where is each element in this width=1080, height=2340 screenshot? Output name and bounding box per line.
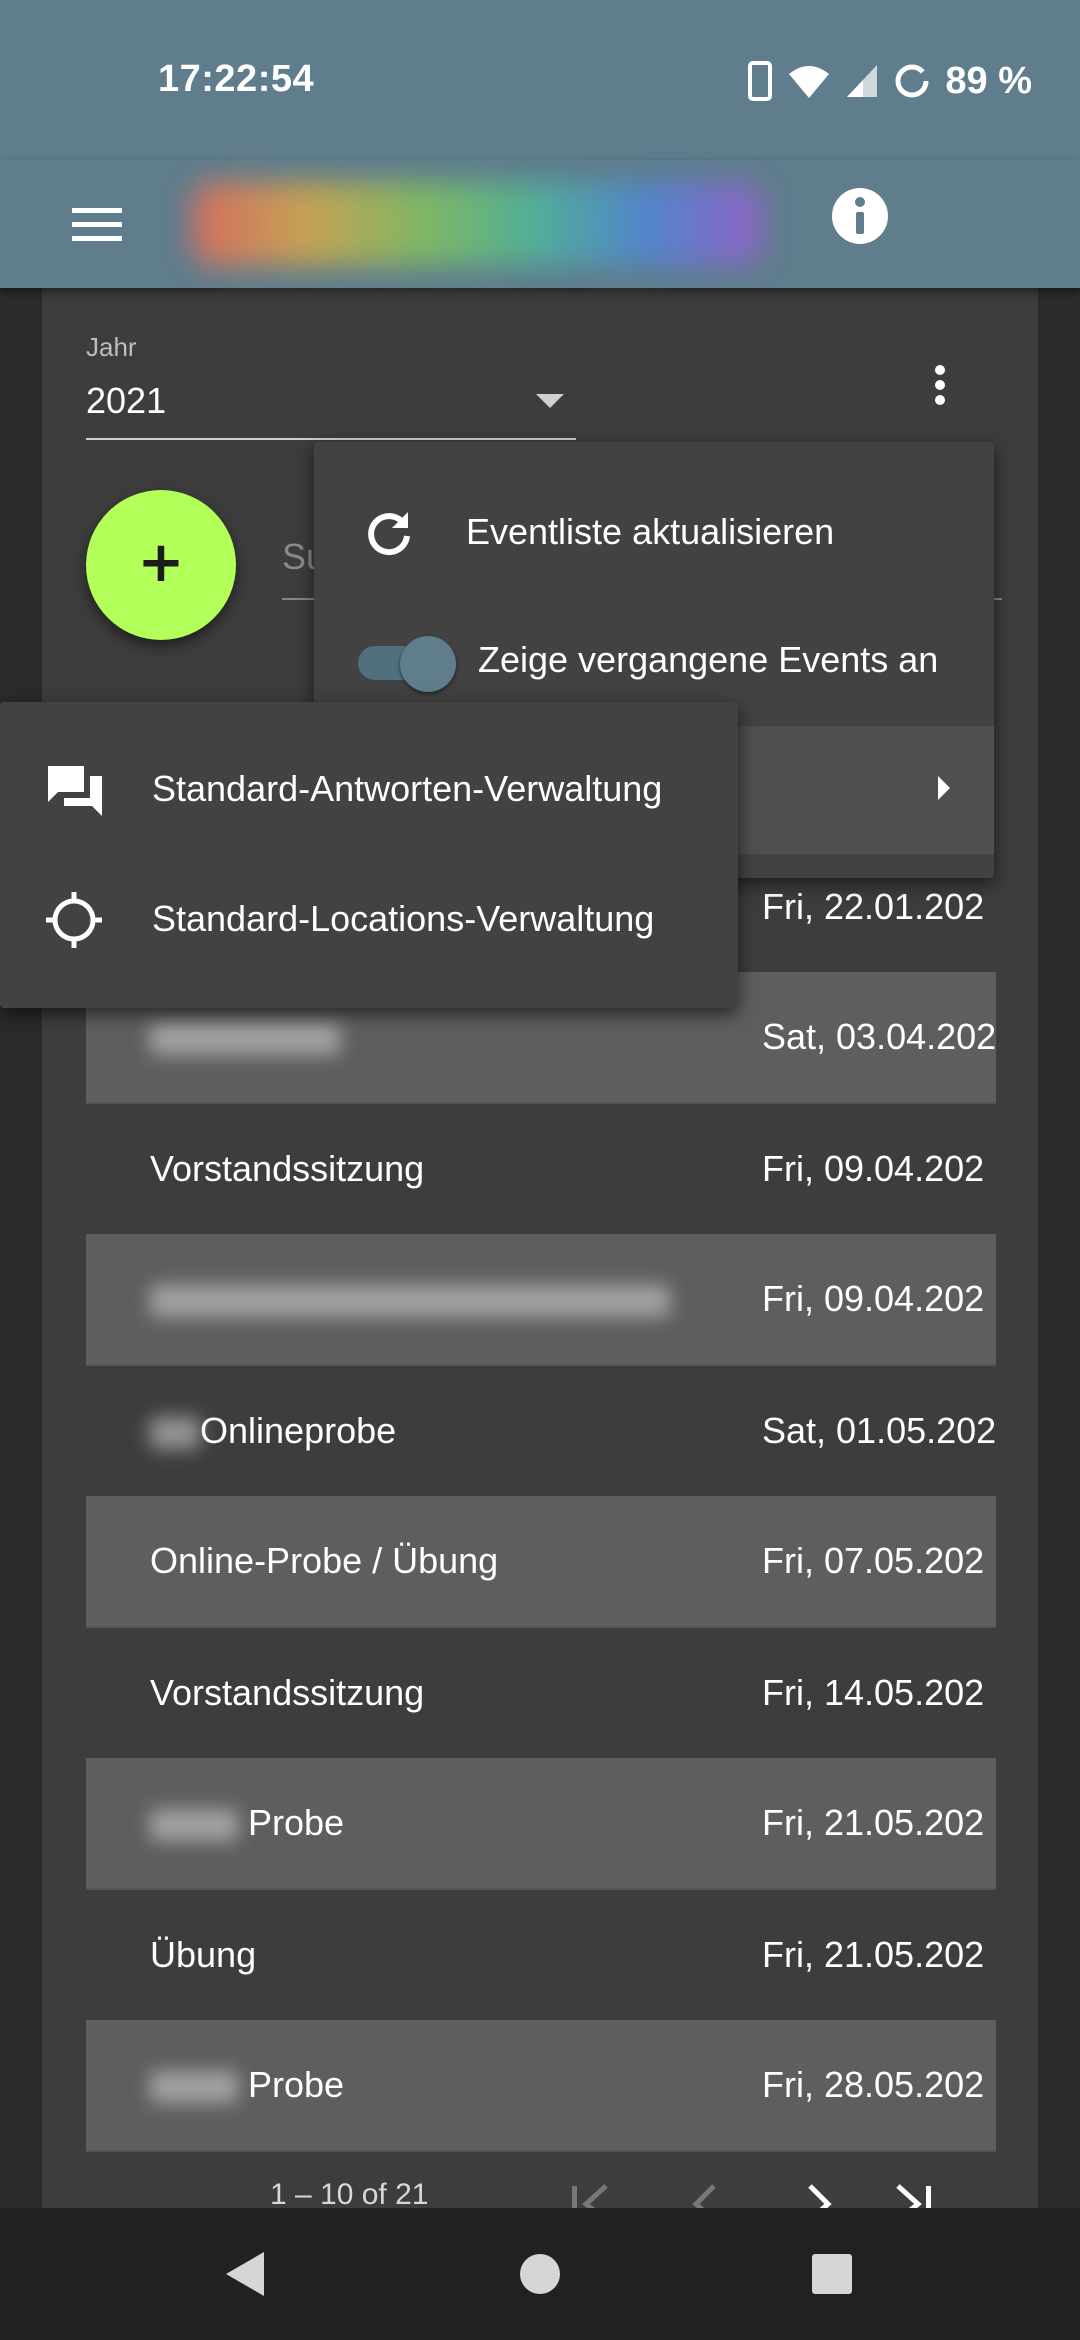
submenu-arrow-icon	[938, 776, 950, 800]
app-bar	[0, 160, 1080, 288]
refresh-events-label: Eventliste aktualisieren	[466, 511, 835, 552]
event-name: Vorstandssitzung	[150, 1148, 425, 1189]
app-title-redacted	[192, 182, 762, 266]
back-icon[interactable]	[214, 2242, 278, 2306]
hamburger-menu-icon[interactable]	[70, 198, 124, 252]
standard-locations-item[interactable]: Standard-Locations-Verwaltung	[0, 854, 738, 984]
year-label: Jahr	[86, 332, 137, 362]
info-icon[interactable]	[830, 186, 890, 246]
toggle-thumb[interactable]	[400, 636, 456, 692]
year-value[interactable]: 2021	[86, 380, 166, 422]
table-row[interactable]: Vorstandssitzung Fri, 14.05.202	[86, 1628, 996, 1758]
event-date: Fri, 07.05.202	[762, 1540, 985, 1581]
event-date: Sat, 03.04.202	[762, 1016, 996, 1057]
event-name-redacted	[150, 1234, 670, 1364]
event-name: Übung	[150, 1934, 257, 1975]
event-date: Fri, 21.05.202	[762, 1934, 985, 1975]
phone-vibrate-icon	[748, 61, 773, 101]
year-underline	[86, 438, 576, 440]
gps-crosshair-icon	[46, 892, 102, 948]
standard-answers-item[interactable]: Standard-Antworten-Verwaltung	[0, 724, 738, 854]
status-icons: 89 %	[747, 58, 1032, 104]
event-name: Vorstandssitzung	[150, 1672, 425, 1713]
chat-bubbles-icon	[48, 766, 102, 816]
plus-icon: +	[137, 529, 185, 595]
standard-answers-label: Standard-Antworten-Verwaltung	[152, 768, 663, 809]
event-date: Fri, 14.05.202	[762, 1672, 985, 1713]
event-date: Sat, 01.05.202	[762, 1410, 996, 1451]
event-name-cell: Probe	[150, 2020, 344, 2150]
event-name: Probe	[248, 1802, 345, 1843]
settings-submenu: Standard-Antworten-Verwaltung Standard-L…	[0, 702, 738, 1008]
dropdown-arrow-icon[interactable]	[536, 394, 564, 408]
refresh-icon	[368, 512, 410, 556]
event-name: Online-Probe / Übung	[150, 1540, 499, 1581]
status-bar: 17:22:54 89 %	[0, 0, 1080, 160]
table-row[interactable]: Onlineprobe Sat, 01.05.202	[86, 1366, 996, 1496]
table-row[interactable]: Übung Fri, 21.05.202	[86, 1890, 996, 2020]
battery-saver-icon	[895, 64, 929, 98]
table-row[interactable]: Probe Fri, 28.05.202	[86, 2020, 996, 2150]
table-row[interactable]: Fri, 09.04.202	[86, 1234, 996, 1364]
event-name: Onlineprobe	[200, 1410, 397, 1451]
table-row[interactable]: Probe Fri, 21.05.202	[86, 1758, 996, 1888]
signal-icon	[847, 65, 878, 97]
status-time: 17:22:54	[158, 58, 315, 100]
system-nav-bar	[0, 2208, 1080, 2340]
event-name-cell: Onlineprobe	[150, 1366, 396, 1496]
event-date: Fri, 09.04.202	[762, 1148, 985, 1189]
battery-percent: 89 %	[945, 59, 1032, 102]
event-date: Fri, 21.05.202	[762, 1802, 985, 1843]
event-date: Fri, 09.04.202	[762, 1278, 985, 1319]
event-name-cell: Probe	[150, 1758, 344, 1888]
event-name: Probe	[248, 2064, 345, 2105]
wifi-icon	[789, 66, 830, 98]
table-row[interactable]: Online-Probe / Übung Fri, 07.05.202	[86, 1496, 996, 1626]
standard-locations-label: Standard-Locations-Verwaltung	[152, 898, 655, 939]
event-date: Fri, 28.05.202	[762, 2064, 985, 2105]
more-vert-icon[interactable]	[920, 360, 960, 420]
refresh-events-item[interactable]: Eventliste aktualisieren	[314, 468, 994, 596]
recents-icon[interactable]	[800, 2242, 864, 2306]
paginator-range: 1 – 10 of 21	[270, 2178, 429, 2211]
row-divider	[86, 2150, 996, 2152]
table-row[interactable]: Vorstandssitzung Fri, 09.04.202	[86, 1104, 996, 1234]
home-icon[interactable]	[508, 2242, 572, 2306]
add-event-button[interactable]: +	[86, 490, 236, 640]
